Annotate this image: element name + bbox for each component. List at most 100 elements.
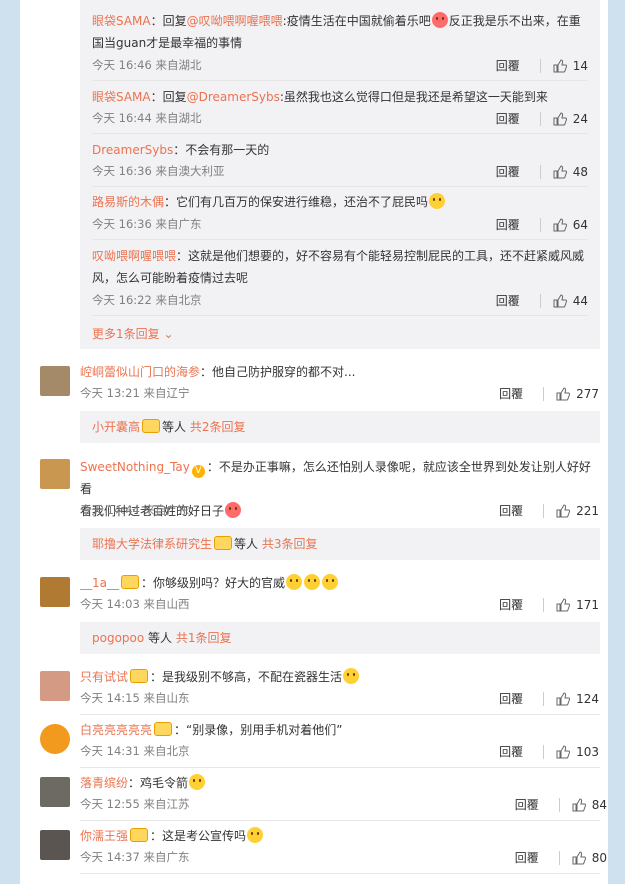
reply-button[interactable]: 回覆 [499, 502, 523, 519]
thumbs-up-icon[interactable] [553, 58, 567, 73]
comment-meta: 今天 16:22 来自北京 [92, 293, 202, 307]
thumbs-up-icon[interactable] [553, 217, 567, 232]
reply-summary-count[interactable]: 共3条回复 [262, 537, 318, 551]
comment-item: 只有试试 ：是我级别不够高，不配在瓷器生活 [80, 667, 360, 687]
comment-meta: 今天 14:44 来自广东 [80, 503, 190, 517]
reply-button[interactable]: 回覆 [499, 596, 523, 613]
reply-button[interactable]: 回覆 [499, 385, 523, 402]
comment-text: ：这就是他们想要的，好不容易有个能轻易控制屁民的工具，还不赶紧威风威 [176, 249, 585, 263]
like-count: 103 [576, 744, 599, 759]
action-divider [539, 293, 541, 308]
comment-meta: 今天 12:55 来自江苏 [80, 797, 190, 811]
sub-reply-item: 眼袋SAMA：回复@DreamerSybs:虽然我也这么觉得口但是我还是希望这一… [92, 87, 592, 107]
reply-button[interactable]: 回覆 [496, 163, 520, 180]
reply-button[interactable]: 回覆 [499, 743, 523, 760]
thumbs-up-icon[interactable] [556, 503, 571, 518]
thumbs-up-icon[interactable] [553, 293, 567, 308]
reply-summary-bar[interactable]: 小开囊高 等人 共2条回复 [80, 411, 600, 443]
grimace-emoji-icon [189, 774, 206, 790]
avatar[interactable] [40, 671, 70, 701]
divider [92, 315, 588, 316]
like-count: 64 [572, 217, 588, 232]
reply-summary-user[interactable]: 耶撸大学法律系研究生 [92, 537, 212, 551]
comment-text: ：不会有那一天的 [173, 143, 270, 157]
reply-summary-user[interactable]: pogopoo [92, 631, 144, 645]
reply-summary-suffix: 等人 [234, 537, 259, 551]
thumbs-up-icon[interactable] [572, 797, 586, 812]
thumbs-up-icon[interactable] [553, 111, 567, 126]
user-name-link[interactable]: __1a__ [80, 576, 119, 590]
reply-summary-count[interactable]: 共1条回复 [176, 631, 232, 645]
action-divider [558, 797, 560, 812]
smile-emoji-icon [286, 574, 303, 590]
member-badge-icon [214, 536, 233, 550]
comment-item: 你濡王强 ：这是考公宣传吗 [80, 826, 264, 846]
comment-item: __1a__ ：你够级别吗？好大的官威 [80, 573, 339, 593]
avatar[interactable] [40, 459, 70, 489]
thumbs-up-icon[interactable] [556, 691, 571, 706]
comment-text: ：这是考公宣传吗 [150, 829, 247, 843]
like-count: 221 [576, 503, 599, 518]
reply-button[interactable]: 回覆 [499, 690, 523, 707]
thumbs-up-icon[interactable] [556, 386, 571, 401]
reply-button[interactable]: 回覆 [496, 216, 520, 233]
divider [80, 767, 600, 768]
thumbs-up-icon[interactable] [556, 744, 571, 759]
thumbs-up-icon[interactable] [556, 597, 571, 612]
more-replies-link[interactable]: 更多1条回复 ⌄ [92, 325, 174, 342]
comment-text: ：它们有几百万的保安进行维稳，还治不了屁民吗 [164, 195, 429, 209]
user-name-link[interactable]: 眼袋SAMA [92, 14, 151, 28]
comment-actions: 回覆 171 [499, 596, 599, 613]
reply-summary-user[interactable]: 小开囊高 [92, 420, 140, 434]
reply-summary-count[interactable]: 共2条回复 [190, 420, 246, 434]
divider [80, 820, 600, 821]
verified-icon: V [191, 465, 205, 478]
reply-button[interactable]: 回覆 [496, 110, 520, 127]
user-name-link[interactable]: SweetNothing_Tay [80, 460, 190, 474]
comment-item: 崆峒蕾似山门口的海参：他自己防护服穿的都不对... [80, 363, 355, 381]
member-badge-icon [121, 575, 139, 589]
action-divider [539, 217, 541, 232]
user-name-link[interactable]: 崆峒蕾似山门口的海参 [80, 365, 200, 379]
thumbs-up-icon[interactable] [553, 164, 567, 179]
reply-button[interactable]: 回覆 [515, 849, 539, 866]
user-name-link[interactable]: DreamerSybs [92, 143, 173, 157]
comment-text: ：你够级别吗？好大的官威 [141, 576, 286, 590]
user-name-link[interactable]: 路易斯的木偶 [92, 195, 164, 209]
avatar[interactable] [40, 366, 70, 396]
user-name-link[interactable]: 白亮亮亮亮亮 [80, 723, 152, 737]
comment-meta: 今天 14:31 来自北京 [80, 744, 190, 758]
like-count: 124 [576, 691, 599, 706]
sub-reply-item: DreamerSybs：不会有那一天的 [92, 140, 269, 160]
avatar[interactable] [40, 777, 70, 807]
reply-button[interactable]: 回覆 [496, 57, 520, 74]
comment-text: ：“别录像，别用手机对着他们” [174, 723, 343, 737]
user-name-link[interactable]: 落青缤纷 [80, 776, 128, 790]
comment-item: 落青缤纷：鸡毛令箭 [80, 773, 206, 793]
divider [92, 80, 588, 81]
reply-summary-bar[interactable]: 耶撸大学法律系研究生 等人 共3条回复 [80, 528, 600, 560]
user-name-link[interactable]: 只有试试 [80, 670, 128, 684]
divider [92, 239, 588, 240]
user-name-link[interactable]: 你濡王强 [80, 829, 128, 843]
comment-actions: 回覆 80 [515, 849, 607, 866]
member-badge-icon [154, 722, 173, 736]
page-background-left [0, 0, 20, 884]
user-name-link[interactable]: 叹呦喂啊喔喂喂 [92, 249, 176, 263]
action-divider [558, 850, 560, 865]
reply-summary-bar[interactable]: pogopoo 等人 共1条回复 [80, 622, 600, 654]
user-name-link[interactable]: 眼袋SAMA [92, 90, 151, 104]
avatar[interactable] [40, 577, 70, 607]
action-divider [539, 111, 541, 126]
comment-actions: 回覆 48 [496, 163, 588, 180]
more-replies-label: 更多1条回复 [92, 327, 160, 341]
comment-text: ：是我级别不够高，不配在瓷器生活 [150, 670, 343, 684]
thumbs-up-icon[interactable] [572, 850, 586, 865]
avatar[interactable] [40, 724, 70, 754]
reply-button[interactable]: 回覆 [515, 796, 539, 813]
reply-button[interactable]: 回覆 [496, 292, 520, 309]
mention-link[interactable]: @叹呦喂啊喔喂喂 [187, 14, 283, 28]
action-divider [543, 597, 545, 612]
mention-link[interactable]: @DreamerSybs [187, 90, 280, 104]
avatar[interactable] [40, 830, 70, 860]
